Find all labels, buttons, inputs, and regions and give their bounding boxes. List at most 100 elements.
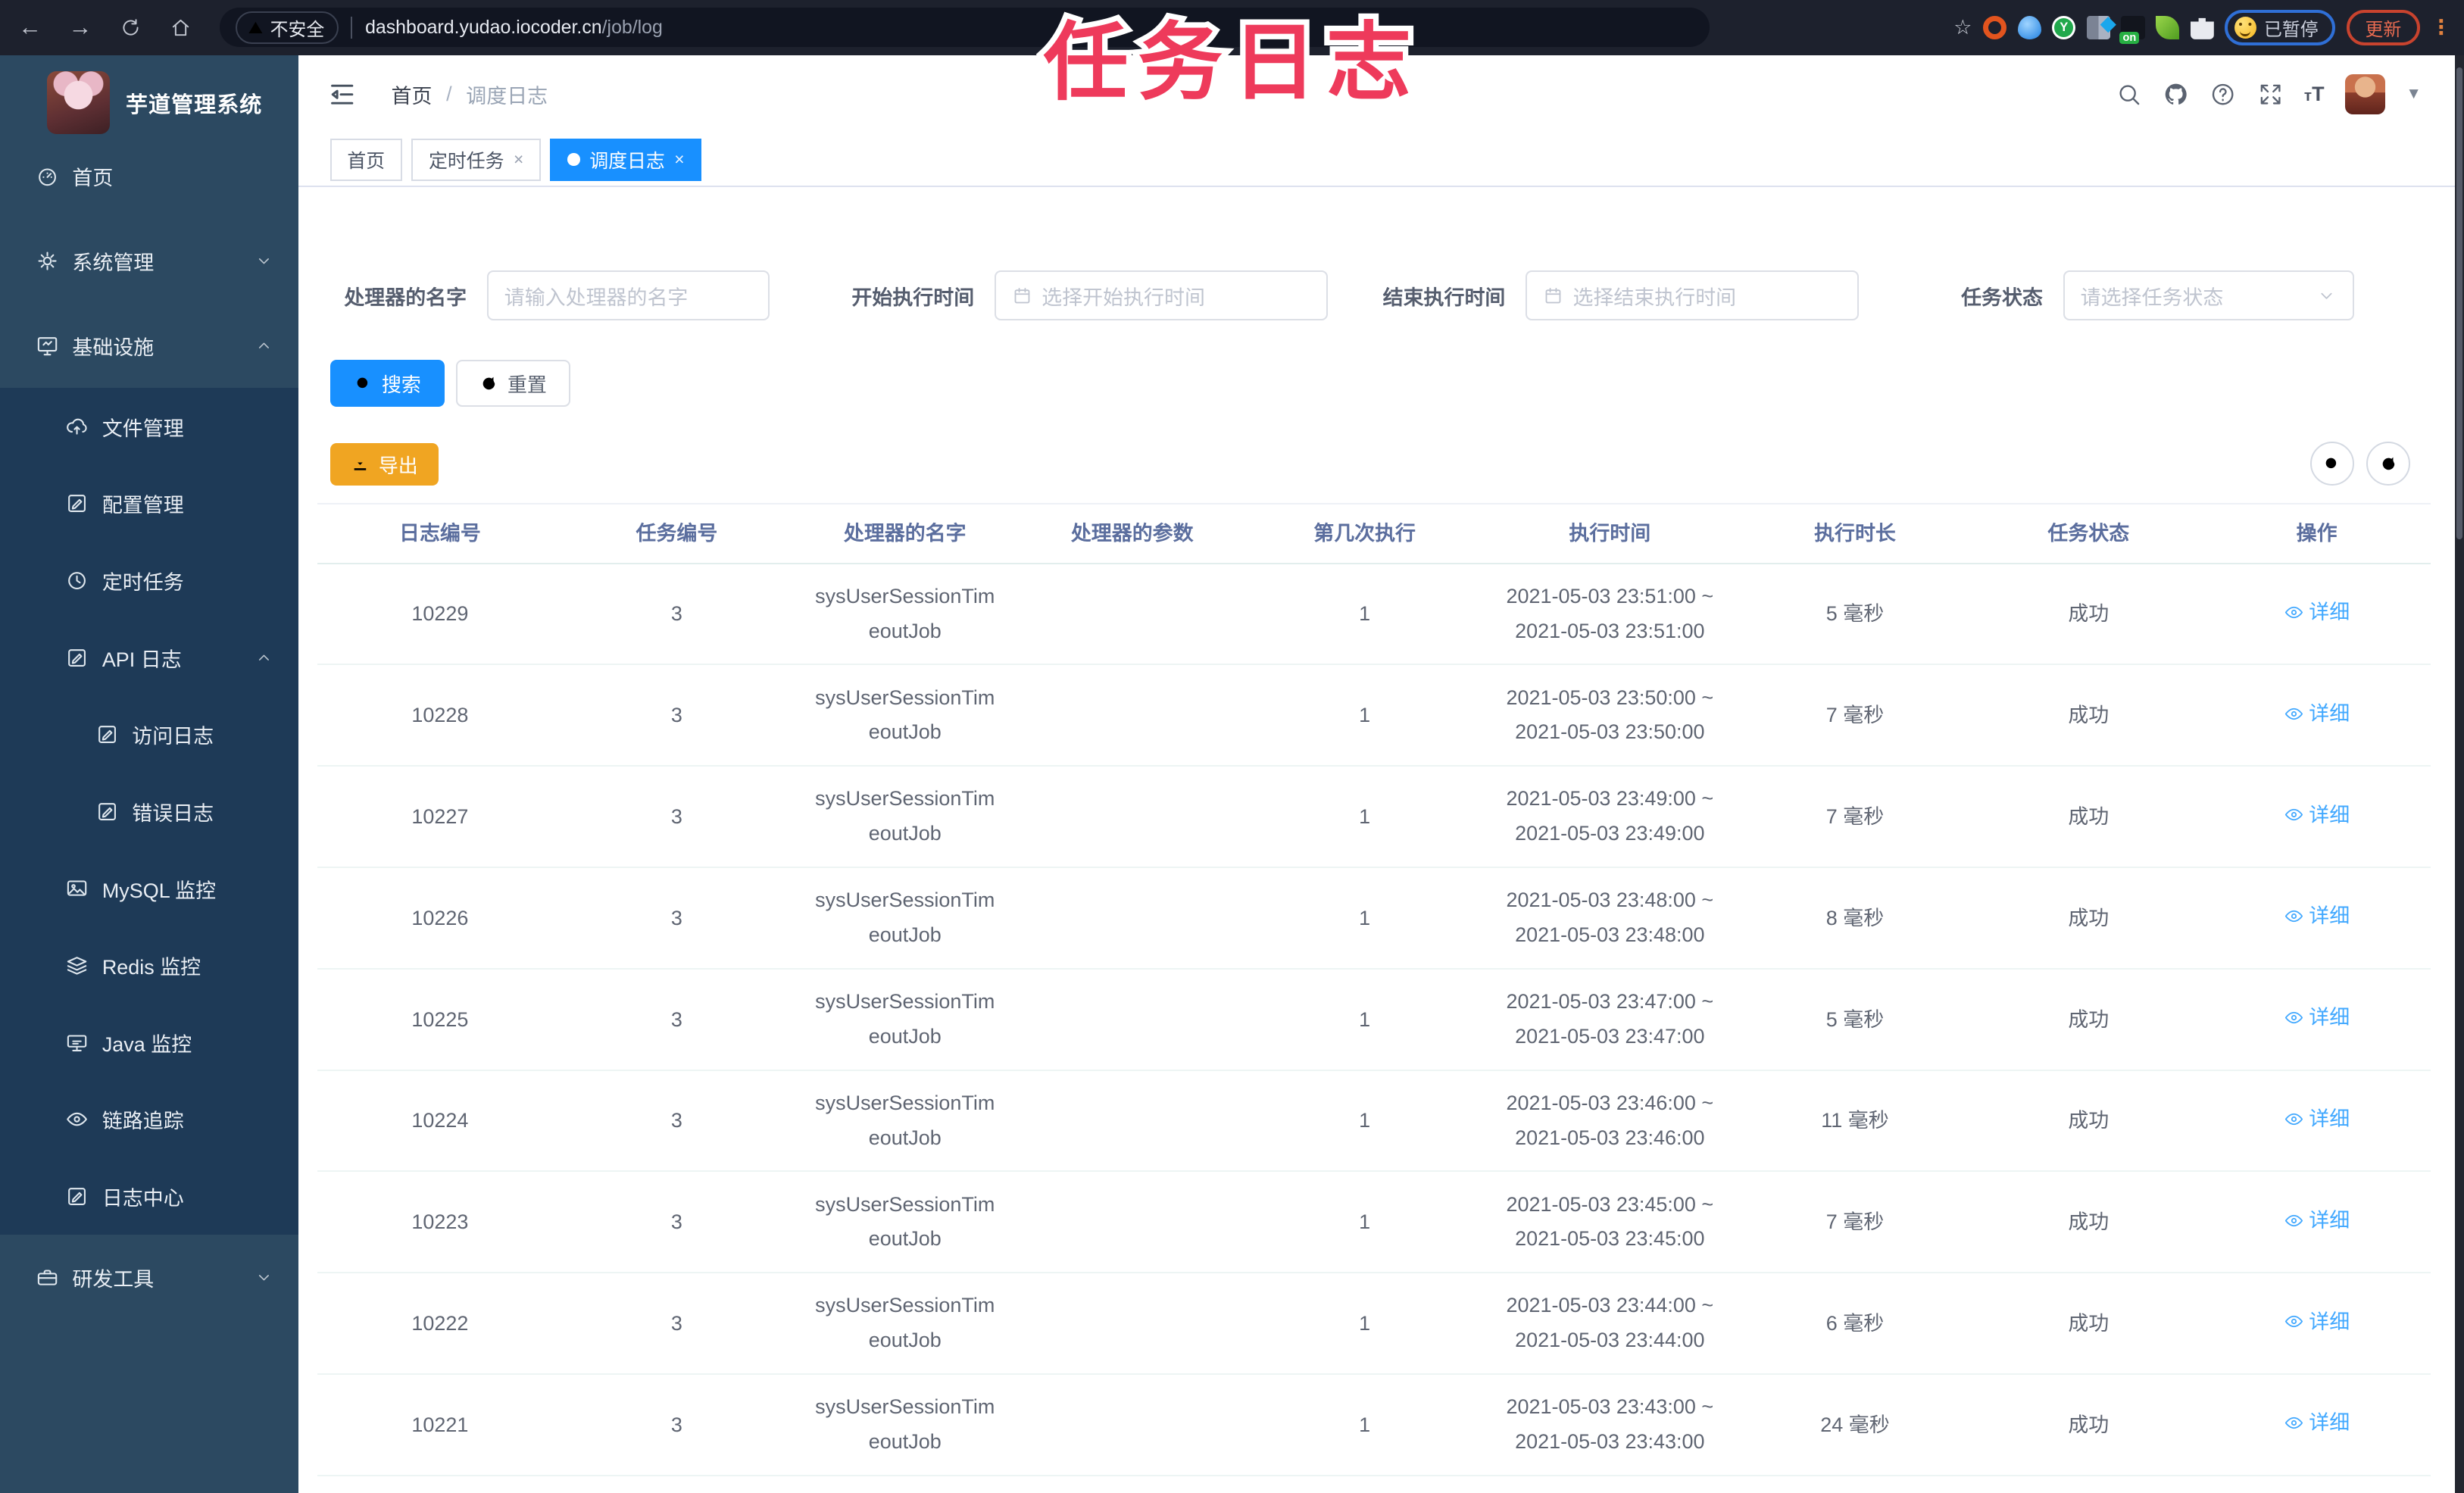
filter-input[interactable]: 请输入处理器的名字 [487, 270, 770, 321]
tab-调度日志[interactable]: 调度日志 × [550, 138, 702, 181]
detail-link[interactable]: 详细 [2284, 1204, 2350, 1237]
job-id-cell: 3 [670, 1210, 682, 1234]
extension-grid-icon[interactable] [2086, 15, 2110, 39]
browser-back-icon[interactable]: ← [9, 7, 50, 48]
eye-icon [64, 1107, 89, 1131]
extensions-puzzle-icon[interactable] [2190, 17, 2214, 39]
breadcrumb-home[interactable]: 首页 [392, 80, 433, 109]
overlay-annotation-title: 任务日志 任务日志 [1038, 9, 1421, 115]
extension-on-switch-icon[interactable] [2119, 15, 2145, 45]
eye-icon [2284, 1109, 2304, 1129]
refresh-table-icon[interactable] [2366, 441, 2411, 486]
job-status-cell: 成功 [2068, 804, 2110, 828]
job-status-cell: 成功 [2068, 1210, 2110, 1234]
tab-定时任务[interactable]: 定时任务 × [411, 138, 542, 181]
sidebar-item-定时任务[interactable]: 定时任务 [0, 542, 298, 620]
column-header: 处理器的参数 [1070, 522, 1194, 545]
scrollbar-thumb[interactable] [2456, 67, 2462, 539]
github-icon[interactable] [2163, 81, 2189, 108]
monitor-icon [35, 334, 60, 358]
search-button[interactable]: 搜索 [329, 360, 445, 408]
detail-link-label: 详细 [2309, 1006, 2350, 1029]
app-logo-row[interactable]: 芋道管理系统 [0, 55, 298, 137]
detail-link[interactable]: 详细 [2284, 697, 2350, 730]
filter-input[interactable]: 选择开始执行时间 [995, 270, 1328, 321]
sidebar-item-研发工具[interactable]: 研发工具 [0, 1235, 298, 1320]
filter-select[interactable]: 请选择任务状态 [2063, 270, 2354, 321]
toggle-search-icon[interactable] [2309, 441, 2354, 486]
tab-close-icon[interactable]: × [514, 149, 523, 170]
page-scrollbar[interactable] [2454, 55, 2464, 1493]
avatar-caret-down-icon[interactable]: ▼ [2406, 85, 2422, 103]
column-header: 处理器的名字 [843, 522, 967, 545]
handler-name-cell: sysUserSessionTimeoutJob [815, 889, 995, 946]
browser-reload-icon[interactable] [110, 7, 151, 48]
url-path: /job/log [601, 16, 663, 38]
handler-name-cell: sysUserSessionTimeoutJob [815, 1091, 995, 1149]
detail-link[interactable]: 详细 [2284, 1001, 2350, 1034]
filter-input[interactable]: 选择结束执行时间 [1526, 270, 1860, 321]
eye-icon [2284, 1311, 2304, 1332]
detail-link[interactable]: 详细 [2284, 899, 2350, 932]
sidebar-item-链路追踪[interactable]: 链路追踪 [0, 1081, 298, 1158]
extension-green-y-icon[interactable] [2052, 15, 2076, 39]
sidebar-item-日志中心[interactable]: 日志中心 [0, 1158, 298, 1235]
browser-menu-icon[interactable]: ⋮ [2431, 16, 2451, 39]
table-row: 10225 3 sysUserSessionTim eoutJob 1 2021-05-0… [317, 970, 2431, 1071]
browser-home-icon[interactable] [161, 7, 201, 48]
detail-link[interactable]: 详细 [2284, 1102, 2350, 1135]
detail-link[interactable]: 详细 [2284, 1406, 2350, 1439]
address-bar[interactable]: 不安全 dashboard.yudao.iocoder.cn/job/log [220, 8, 1710, 48]
sidebar-item-首页[interactable]: 首页 [0, 133, 298, 218]
sidebar-item-基础设施[interactable]: 基础设施 [0, 303, 298, 388]
sidebar-item-访问日志[interactable]: 访问日志 [0, 696, 298, 773]
detail-link[interactable]: 详细 [2284, 1305, 2350, 1338]
tab-首页[interactable]: 首页 [329, 138, 402, 181]
log-id-cell: 10229 [411, 602, 469, 626]
sidebar-item-文件管理[interactable]: 文件管理 [0, 388, 298, 465]
detail-link-label: 详细 [2309, 1310, 2350, 1333]
exec-duration-cell: 5 毫秒 [1825, 1007, 1885, 1031]
operation-cell: 详细 [2203, 798, 2431, 836]
user-avatar[interactable] [2344, 73, 2386, 115]
operation-cell: 详细 [2203, 1305, 2431, 1342]
sidebar-item-mysql-监控[interactable]: MySQL 监控 [0, 850, 298, 927]
export-button[interactable]: 导出 [329, 443, 439, 486]
log-id-cell: 10225 [411, 1007, 469, 1031]
sidebar-item-java-监控[interactable]: Java 监控 [0, 1004, 298, 1082]
sidebar-item-redis-监控[interactable]: Redis 监控 [0, 927, 298, 1004]
extension-orange-ring-icon[interactable] [1982, 15, 2007, 39]
site-security-chip[interactable]: 不安全 [236, 11, 339, 44]
fullscreen-icon[interactable] [2257, 81, 2284, 108]
tab-close-icon[interactable]: × [674, 149, 684, 170]
sidebar-item-api-日志[interactable]: API 日志 [0, 619, 298, 696]
sidebar-item-系统管理[interactable]: 系统管理 [0, 218, 298, 303]
exec-time-cell: 2021-05-03 23:43:00 ~2021-05-03 23:43:00 [1506, 1395, 1714, 1453]
bookmark-star-icon[interactable]: ☆ [1953, 16, 1972, 39]
browser-forward-icon[interactable]: → [60, 7, 101, 48]
active-tab-dot [567, 153, 580, 166]
sidebar-item-label: Java 监控 [101, 1032, 192, 1056]
detail-link[interactable]: 详细 [2284, 595, 2350, 629]
sidebar-item-配置管理[interactable]: 配置管理 [0, 465, 298, 542]
browser-update-button[interactable]: 更新 [2346, 9, 2420, 45]
font-size-icon[interactable]: тT [2304, 83, 2325, 106]
sidebar-item-label: 研发工具 [72, 1267, 155, 1291]
job-id-cell: 3 [670, 1413, 682, 1436]
job-status-cell: 成功 [2068, 602, 2110, 626]
tab-label: 调度日志 [589, 150, 665, 172]
sidebar-fold-icon[interactable] [327, 80, 357, 109]
reset-button[interactable]: 重置 [455, 360, 570, 408]
paused-badge[interactable]: 已暂停 [2225, 9, 2336, 45]
sidebar-item-错误日志[interactable]: 错误日志 [0, 773, 298, 851]
exec-count-cell: 1 [1359, 1311, 1371, 1335]
detail-link[interactable]: 详细 [2284, 798, 2350, 832]
extension-blue-drop-icon[interactable] [2017, 15, 2041, 39]
handler-name-cell: sysUserSessionTimeoutJob [815, 584, 995, 642]
eye-icon [2284, 1210, 2304, 1231]
search-icon[interactable] [2116, 81, 2142, 108]
job-status-cell: 成功 [2068, 906, 2110, 929]
help-icon[interactable] [2209, 81, 2236, 108]
extension-leaf-icon[interactable] [2156, 15, 2180, 39]
layers-icon [64, 954, 89, 977]
